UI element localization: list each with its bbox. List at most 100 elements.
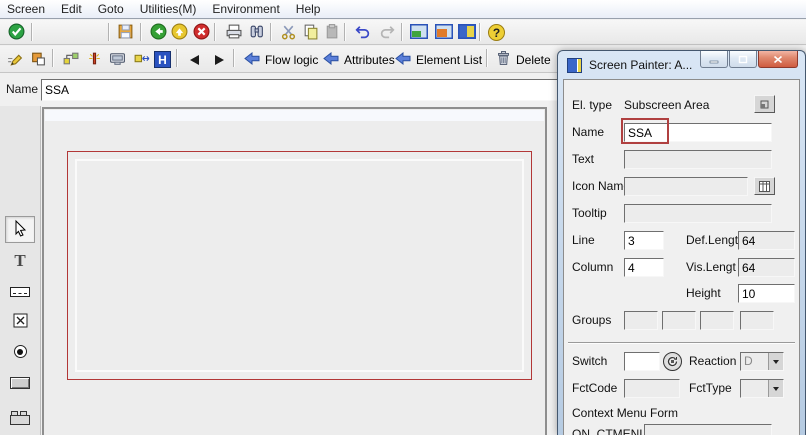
help-button[interactable]: ? bbox=[486, 22, 507, 43]
menu-edit[interactable]: Edit bbox=[61, 2, 82, 16]
undo-button[interactable] bbox=[352, 22, 373, 43]
cut-button[interactable] bbox=[278, 22, 299, 43]
entry-field-tool[interactable] bbox=[5, 278, 35, 305]
print-icon bbox=[225, 23, 242, 43]
reaction-combo[interactable]: D bbox=[740, 352, 784, 371]
section-separator bbox=[568, 342, 795, 344]
previous-icon bbox=[190, 54, 199, 65]
menu-help[interactable]: Help bbox=[296, 2, 321, 16]
next-screen-button[interactable] bbox=[209, 49, 230, 70]
entry-field-icon bbox=[10, 286, 30, 297]
radiobutton-tool[interactable] bbox=[5, 338, 35, 365]
icon-name-label: Icon Name bbox=[572, 179, 631, 193]
group-input-4[interactable] bbox=[740, 311, 774, 330]
el-type-picker-button[interactable] bbox=[754, 95, 775, 113]
context-menu-label: Context Menu Form bbox=[572, 406, 679, 420]
save-button[interactable] bbox=[115, 22, 136, 43]
icon-picker-button[interactable] bbox=[754, 177, 775, 195]
toolbar-separator bbox=[108, 23, 109, 41]
dropdown-arrow-icon[interactable] bbox=[768, 353, 783, 370]
element-info-button[interactable]: H bbox=[152, 49, 173, 70]
name-label: Name bbox=[6, 82, 39, 96]
pointer-tool[interactable] bbox=[5, 216, 35, 243]
exit-icon bbox=[171, 23, 188, 43]
view-layout-2-button[interactable] bbox=[433, 22, 454, 43]
switch-input[interactable] bbox=[624, 352, 660, 371]
tooltip-input[interactable] bbox=[624, 204, 772, 223]
flow-logic-button[interactable]: Flow logic bbox=[241, 49, 321, 70]
layout-canvas[interactable] bbox=[42, 107, 547, 435]
toolbar-separator bbox=[52, 49, 53, 67]
text-input[interactable] bbox=[624, 150, 772, 169]
find-button[interactable] bbox=[246, 22, 267, 43]
cancel-button[interactable] bbox=[191, 22, 212, 43]
def-length-input[interactable] bbox=[738, 231, 795, 250]
linked-squares-icon bbox=[62, 50, 79, 70]
group-input-2[interactable] bbox=[662, 311, 696, 330]
column-input[interactable] bbox=[624, 258, 664, 277]
reaction-value: D bbox=[744, 354, 753, 368]
menu-goto[interactable]: Goto bbox=[98, 2, 124, 16]
subscreen-area-element[interactable] bbox=[67, 151, 532, 380]
close-button[interactable] bbox=[758, 51, 798, 68]
minimize-button[interactable] bbox=[700, 51, 728, 68]
on-ctmenu-input[interactable] bbox=[644, 424, 772, 435]
test-screen-button[interactable] bbox=[107, 49, 128, 70]
attributes-button[interactable]: Attributes bbox=[320, 49, 398, 70]
paste-icon bbox=[323, 23, 340, 43]
toolbar-separator bbox=[214, 23, 215, 41]
menu-utilities[interactable]: Utilities(M) bbox=[140, 2, 197, 16]
el-type-value: Subscreen Area bbox=[624, 98, 710, 112]
back-button[interactable] bbox=[148, 22, 169, 43]
copy-button[interactable] bbox=[300, 22, 321, 43]
previous-screen-button[interactable] bbox=[184, 49, 205, 70]
menu-bar: Screen Edit Goto Utilities(M) Environmen… bbox=[0, 0, 806, 19]
group-input-3[interactable] bbox=[700, 311, 734, 330]
height-input[interactable] bbox=[738, 284, 795, 303]
print-button[interactable] bbox=[223, 22, 244, 43]
maximize-button[interactable] bbox=[729, 51, 757, 68]
checkbox-tool[interactable] bbox=[5, 308, 35, 335]
pushbutton-icon bbox=[10, 376, 30, 389]
dropdown-arrow-icon[interactable] bbox=[768, 380, 783, 397]
line-input[interactable] bbox=[624, 231, 664, 250]
view-layout-1-button[interactable] bbox=[408, 22, 429, 43]
toolbar-separator bbox=[486, 49, 487, 67]
dialog-name-label: Name bbox=[572, 125, 605, 139]
vis-length-input[interactable] bbox=[738, 258, 795, 277]
enter-button[interactable] bbox=[6, 22, 27, 43]
move-arrows-icon bbox=[133, 50, 150, 70]
fcttype-value bbox=[741, 380, 768, 397]
icon-name-input[interactable] bbox=[624, 177, 748, 196]
flow-logic-label: Flow logic bbox=[265, 52, 319, 67]
redo-button[interactable] bbox=[377, 22, 398, 43]
save-icon bbox=[117, 23, 134, 43]
menu-screen[interactable]: Screen bbox=[7, 2, 45, 16]
tabstrip-tool[interactable] bbox=[5, 404, 35, 431]
toolbar-separator bbox=[270, 23, 271, 41]
exit-button[interactable] bbox=[169, 22, 190, 43]
delete-button[interactable]: Delete bbox=[493, 49, 554, 70]
switch-cycle-button[interactable] bbox=[663, 352, 682, 371]
dialog-body: El. type Subscreen Area Name Text Icon N… bbox=[563, 79, 800, 435]
main-toolbar: ? bbox=[0, 20, 806, 45]
paste-button[interactable] bbox=[321, 22, 342, 43]
fcttype-combo[interactable] bbox=[740, 379, 784, 398]
trash-icon bbox=[496, 50, 511, 69]
text-tool[interactable]: T bbox=[5, 247, 35, 274]
fctcode-input[interactable] bbox=[624, 379, 680, 398]
on-ctmenu-label: ON_CTMENU bbox=[572, 427, 649, 435]
move-button[interactable] bbox=[131, 49, 152, 70]
element-list-button[interactable]: Element List bbox=[392, 49, 485, 70]
display-objects-button[interactable] bbox=[28, 49, 49, 70]
view-layout-3-button[interactable] bbox=[456, 22, 477, 43]
create-object-button[interactable] bbox=[60, 49, 81, 70]
attributes-label: Attributes bbox=[344, 52, 395, 67]
toolbar-separator bbox=[176, 49, 177, 67]
pushbutton-tool[interactable] bbox=[5, 369, 35, 396]
check-icon bbox=[8, 23, 25, 43]
generate-button[interactable] bbox=[84, 49, 105, 70]
group-input-1[interactable] bbox=[624, 311, 658, 330]
menu-environment[interactable]: Environment bbox=[212, 2, 279, 16]
modify-button[interactable] bbox=[4, 49, 25, 70]
